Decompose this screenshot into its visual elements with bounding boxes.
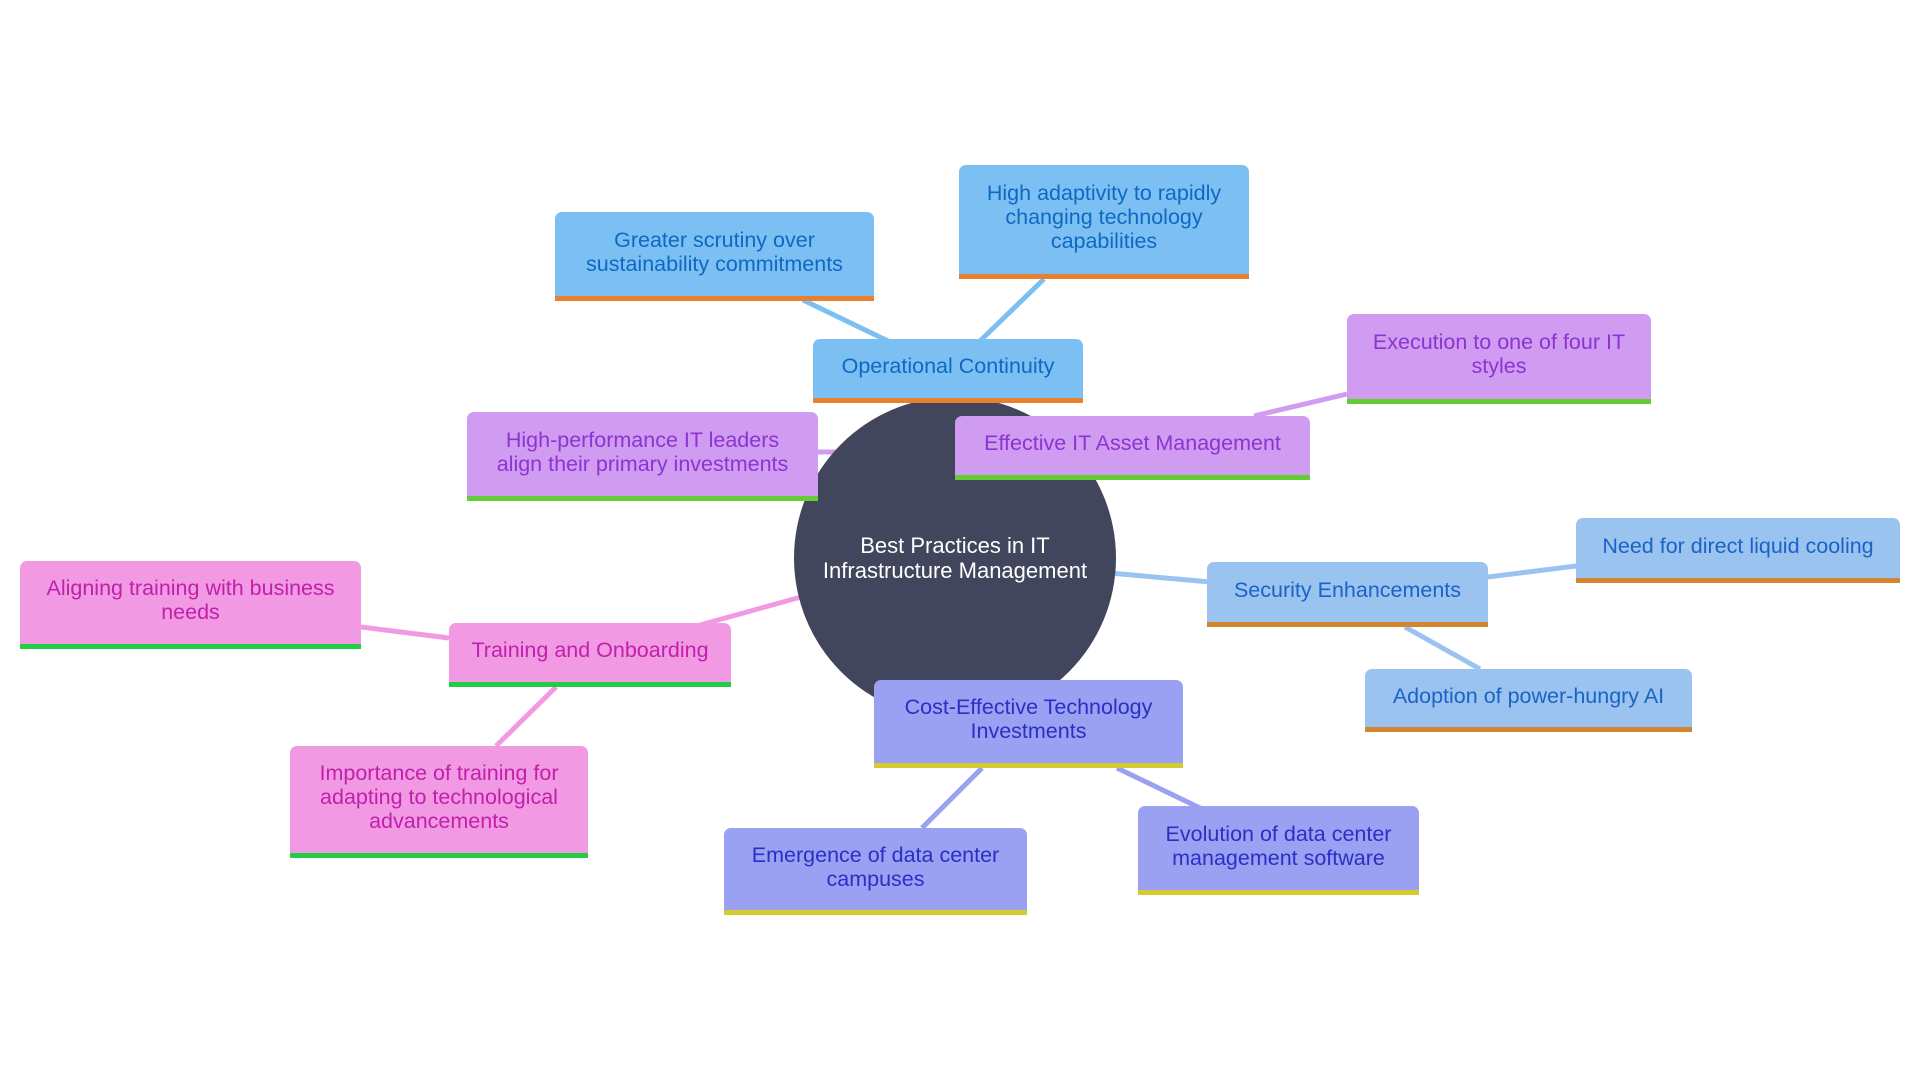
node-effective-it-asset-management[interactable]: Effective IT Asset Management: [955, 416, 1310, 480]
node-training-onboarding[interactable]: Training and Onboarding: [449, 623, 731, 687]
node-label: Evolution of data center management soft…: [1165, 821, 1392, 870]
node-data-center-campuses[interactable]: Emergence of data center campuses: [724, 828, 1027, 915]
node-label: Effective IT Asset Management: [984, 431, 1281, 455]
node-management-software[interactable]: Evolution of data center management soft…: [1138, 806, 1419, 895]
node-power-hungry-ai[interactable]: Adoption of power-hungry AI: [1365, 669, 1692, 732]
node-label: High adaptivity to rapidly changing tech…: [986, 181, 1222, 253]
edge-root-security-enhancements: [1109, 570, 1211, 585]
node-label: Cost-Effective Technology Investments: [904, 695, 1153, 743]
node-importance-of-training[interactable]: Importance of training for adapting to t…: [290, 746, 588, 858]
edge-security-power-hungry-ai: [1403, 624, 1482, 672]
edge-security-liquid-cooling: [1487, 563, 1577, 580]
node-direct-liquid-cooling[interactable]: Need for direct liquid cooling: [1576, 518, 1900, 583]
node-label: Importance of training for adapting to t…: [319, 761, 559, 833]
edge-operational-greater-scrutiny: [801, 297, 890, 344]
node-label: High-performance IT leaders align their …: [496, 427, 789, 476]
node-label: Greater scrutiny over sustainability com…: [586, 227, 843, 276]
node-label: Emergence of data center campuses: [751, 842, 1000, 891]
node-high-performance-leaders[interactable]: High-performance IT leaders align their …: [467, 412, 818, 501]
node-label: Security Enhancements: [1233, 577, 1462, 602]
node-greater-scrutiny[interactable]: Greater scrutiny over sustainability com…: [555, 212, 874, 301]
edge-asset-execution: [1253, 391, 1348, 419]
node-high-adaptivity[interactable]: High adaptivity to rapidly changing tech…: [959, 165, 1249, 279]
edge-operational-high-adaptivity: [978, 277, 1046, 343]
node-label: Training and Onboarding: [471, 638, 709, 662]
node-aligning-training[interactable]: Aligning training with business needs: [20, 561, 361, 649]
edge-root-training-onboarding: [699, 594, 802, 628]
node-label: Adoption of power-hungry AI: [1392, 683, 1665, 708]
node-label: Operational Continuity: [841, 354, 1055, 378]
root-node-label: Best Practices in IT Infrastructure Mana…: [822, 533, 1088, 583]
edge-training-importance: [494, 685, 558, 748]
node-execution-it-styles[interactable]: Execution to one of four IT styles: [1347, 314, 1651, 404]
node-label: Need for direct liquid cooling: [1602, 533, 1874, 558]
edge-cost-management-software: [1115, 765, 1202, 811]
node-cost-effective-investments[interactable]: Cost-Effective Technology Investments: [874, 680, 1183, 768]
node-label: Execution to one of four IT styles: [1372, 330, 1626, 378]
node-security-enhancements[interactable]: Security Enhancements: [1207, 562, 1488, 627]
edge-training-aligning: [360, 624, 450, 641]
node-operational-continuity[interactable]: Operational Continuity: [813, 339, 1083, 403]
node-label: Aligning training with business needs: [46, 576, 335, 624]
edge-cost-campuses: [920, 766, 984, 830]
